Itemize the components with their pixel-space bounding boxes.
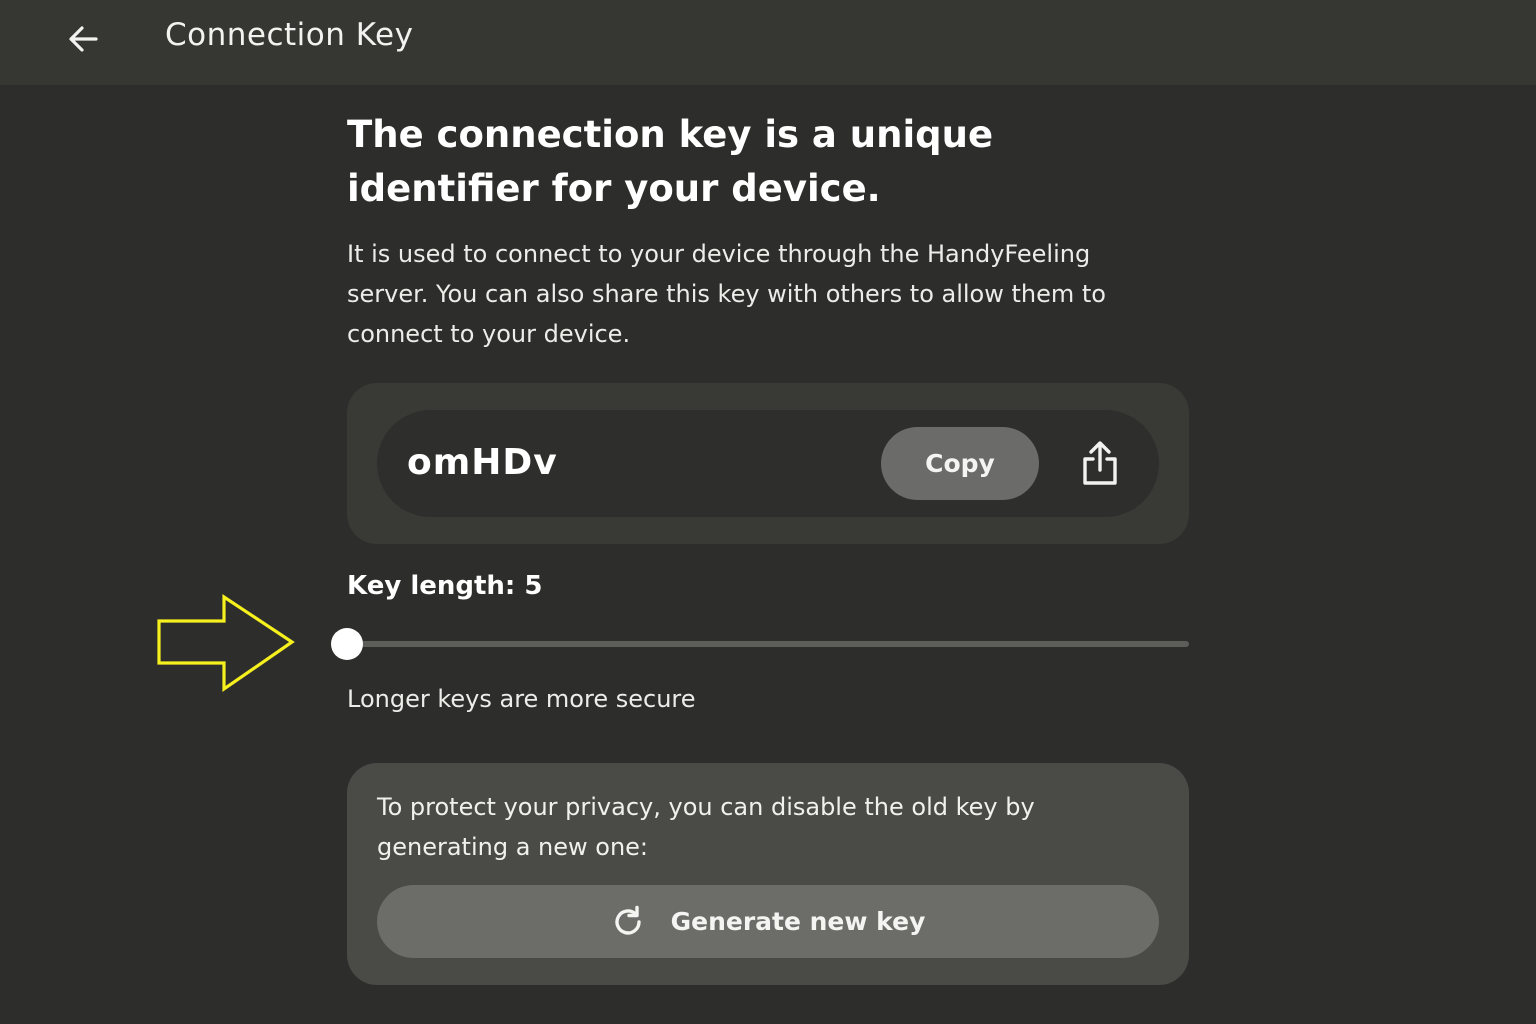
- privacy-card: To protect your privacy, you can disable…: [347, 763, 1189, 985]
- arrow-left-icon: [69, 26, 98, 52]
- intro-section: The connection key is a unique identifie…: [347, 108, 1189, 354]
- slider-track[interactable]: [347, 641, 1189, 647]
- key-card: omHDv Copy: [347, 383, 1189, 544]
- key-length-hint: Longer keys are more secure: [347, 685, 696, 713]
- privacy-text: To protect your privacy, you can disable…: [377, 793, 1035, 861]
- headline: The connection key is a unique identifie…: [347, 113, 994, 210]
- arrow-right-icon: [157, 594, 295, 693]
- share-button[interactable]: [1073, 436, 1127, 490]
- generate-new-key-button[interactable]: Generate new key: [377, 885, 1159, 958]
- key-field: omHDv Copy: [377, 410, 1159, 517]
- share-icon: [1083, 441, 1117, 485]
- key-length-slider[interactable]: [331, 626, 1191, 662]
- key-length-label: Key length: 5: [347, 571, 543, 601]
- slider-thumb[interactable]: [331, 628, 363, 660]
- back-button[interactable]: [58, 14, 108, 64]
- description: It is used to connect to your device thr…: [347, 240, 1106, 348]
- refresh-icon: [611, 905, 645, 939]
- key-value[interactable]: omHDv: [407, 438, 558, 488]
- app-bar: Connection Key: [0, 0, 1536, 85]
- generate-new-key-label: Generate new key: [670, 907, 926, 936]
- copy-button[interactable]: Copy: [881, 427, 1039, 500]
- page-title: Connection Key: [165, 17, 414, 53]
